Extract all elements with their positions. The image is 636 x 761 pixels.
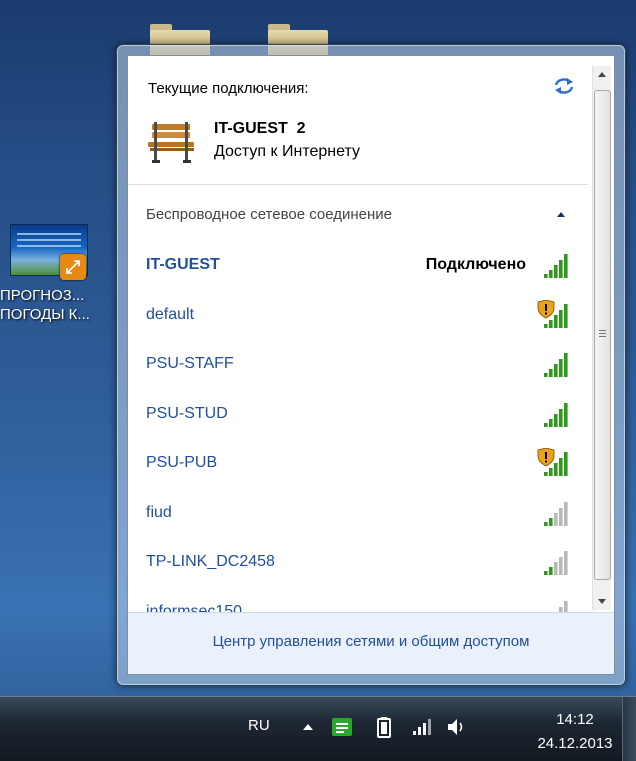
wifi-signal-icon: [544, 501, 568, 526]
signal-bar: [564, 452, 568, 476]
signal-bar: [559, 507, 563, 526]
language-indicator[interactable]: RU: [248, 717, 270, 734]
app-tray-icon[interactable]: [330, 715, 354, 739]
signal-bar: [554, 364, 558, 377]
network-center-link[interactable]: Центр управления сетями и общим доступом: [128, 633, 614, 650]
shortcut-label-line1: ПРОГНОЗ...: [0, 287, 85, 304]
network-row[interactable]: fiud: [128, 494, 588, 534]
signal-bar: [544, 323, 548, 328]
warning-mark: [545, 452, 547, 459]
wifi-signal-icon: [537, 299, 568, 328]
network-flyout: Текущие подключения: IT-GUEST 2 Доступ к…: [116, 44, 626, 686]
warning-dot: [545, 312, 547, 314]
scrollbar-grip: [599, 336, 606, 337]
battery-icon[interactable]: [372, 715, 396, 739]
flyout-footer: Центр управления сетями и общим доступом: [128, 612, 614, 674]
signal-bar: [554, 512, 558, 526]
warning-dot: [545, 460, 547, 463]
network-row[interactable]: default: [128, 296, 588, 336]
signal-bar: [554, 265, 558, 278]
network-row[interactable]: PSU-STAFF: [128, 345, 588, 385]
signal-bar: [549, 517, 553, 526]
scroll-up-icon[interactable]: [593, 66, 611, 84]
signal-bar: [549, 468, 553, 476]
current-connection-status: Доступ к Интернету: [214, 143, 360, 160]
signal-bar: [559, 309, 563, 328]
network-row[interactable]: TP-LINK_DC2458: [128, 543, 588, 583]
shortcut-badge-icon: ⤢: [60, 254, 86, 280]
current-connections-section: Текущие подключения: IT-GUEST 2 Доступ к…: [128, 56, 588, 184]
scrollbar-thumb[interactable]: [594, 90, 611, 580]
current-connection-name: IT-GUEST 2: [214, 120, 306, 137]
signal-bar: [544, 521, 548, 526]
show-desktop-button[interactable]: [622, 697, 636, 761]
signal-bar: [544, 422, 548, 427]
section-divider: [128, 184, 588, 185]
wifi-signal-icon: [537, 448, 568, 476]
wifi-signal-icon: [544, 551, 568, 575]
signal-bar: [544, 274, 548, 278]
signal-bar: [549, 319, 553, 328]
signal-bar: [549, 567, 553, 575]
signal-bar: [564, 303, 568, 328]
signal-bar: [564, 501, 568, 526]
signal-bar: [554, 314, 558, 328]
network-name: fiud: [146, 503, 172, 521]
show-hidden-icons-icon[interactable]: [296, 715, 320, 739]
park-bench-icon: [148, 122, 194, 163]
clock-date[interactable]: 24.12.2013: [532, 735, 618, 752]
scrollbar-grip: [599, 330, 606, 331]
network-state: Подключено: [425, 256, 526, 273]
network-name: PSU-STUD: [146, 404, 228, 422]
wifi-signal-icon: [544, 402, 568, 427]
chevron-up-icon[interactable]: [556, 210, 566, 218]
network-name: PSU-STAFF: [146, 355, 234, 372]
network-row[interactable]: PSU-PUB: [128, 444, 588, 484]
signal-bar: [554, 413, 558, 427]
signal-bar: [544, 571, 548, 575]
signal-bar: [559, 408, 563, 427]
network-name: PSU-PUB: [146, 454, 218, 471]
taskbar: RU 14:12 24.12.2013: [0, 696, 636, 761]
signal-bar: [554, 463, 558, 476]
signal-bar: [559, 557, 563, 575]
signal-bar: [544, 472, 548, 476]
refresh-icon[interactable]: [552, 76, 576, 96]
signal-bar: [549, 270, 553, 278]
shortcut-label-line2: ПОГОДЫ К...: [0, 306, 90, 323]
network-row[interactable]: IT-GUEST Подключено: [128, 246, 588, 286]
network-name: default: [146, 305, 195, 323]
wifi-signal-icon: [544, 254, 568, 278]
signal-bar: [544, 373, 548, 377]
wireless-section-title: Беспроводное сетевое соединение: [146, 206, 393, 223]
signal-bar: [549, 418, 553, 427]
network-tray-icon[interactable]: [410, 715, 434, 739]
network-flyout-content: Текущие подключения: IT-GUEST 2 Доступ к…: [127, 55, 615, 675]
signal-bar: [549, 369, 553, 377]
scrollbar[interactable]: [592, 66, 611, 610]
current-connections-title: Текущие подключения:: [148, 80, 309, 97]
shortcut-label: ПРОГНОЗ... ПОГОДЫ К...: [0, 286, 118, 324]
clock-time[interactable]: 14:12: [540, 711, 610, 728]
signal-bar: [559, 359, 563, 377]
wifi-signal-icon: [544, 353, 568, 377]
signal-bar: [559, 458, 563, 476]
volume-icon[interactable]: [444, 715, 468, 739]
network-row[interactable]: PSU-STUD: [128, 395, 588, 435]
scrollbar-grip: [599, 333, 606, 334]
signal-bar: [564, 551, 568, 575]
scroll-down-icon[interactable]: [593, 592, 611, 610]
network-name: TP-LINK_DC2458: [146, 553, 275, 570]
signal-bar: [564, 353, 568, 377]
signal-bar: [559, 260, 563, 278]
signal-bar: [554, 562, 558, 575]
signal-bar: [564, 254, 568, 278]
signal-bar: [564, 402, 568, 427]
network-name: IT-GUEST: [146, 256, 220, 273]
warning-mark: [545, 303, 547, 311]
